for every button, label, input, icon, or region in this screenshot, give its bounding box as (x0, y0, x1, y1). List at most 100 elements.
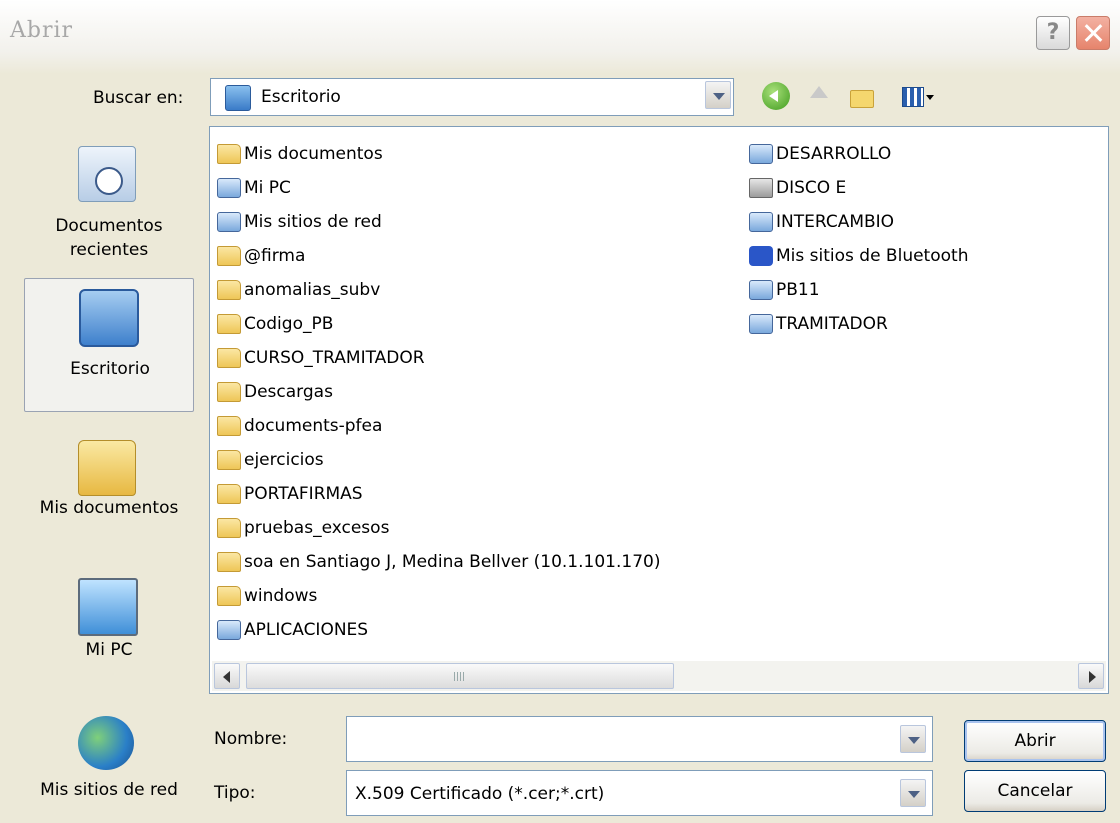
filename-combo[interactable] (346, 716, 933, 762)
file-name: CURSO_TRAMITADOR (244, 348, 425, 368)
place-network[interactable]: Mis sitios de red (24, 702, 194, 812)
open-button[interactable]: Abrir (964, 720, 1106, 762)
cancel-button[interactable]: Cancelar (964, 770, 1106, 812)
file-name: soa en Santiago J, Medina Bellver (10.1.… (244, 552, 661, 572)
shortcut-icon (749, 144, 773, 164)
scroll-left-button[interactable] (214, 663, 240, 689)
folder-icon (217, 314, 241, 334)
file-name: Mis sitios de red (244, 212, 382, 232)
file-item[interactable]: DISCO E (744, 175, 968, 209)
file-name: Mi PC (244, 178, 291, 198)
file-item[interactable]: TRAMITADOR (744, 311, 968, 345)
file-list[interactable]: Mis documentos Mi PC Mis sitios de red @fir… (209, 126, 1109, 694)
file-column: Mis documentos Mi PC Mis sitios de red @fir… (212, 141, 660, 651)
folder-icon (217, 348, 241, 368)
file-item[interactable]: APLICACIONES (212, 617, 660, 651)
file-name: ejercicios (244, 450, 324, 470)
folder-icon (217, 552, 241, 572)
chevron-down-icon[interactable] (705, 81, 731, 109)
file-item[interactable]: INTERCAMBIO (744, 209, 968, 243)
new-folder-button[interactable] (848, 82, 876, 110)
filetype-select[interactable]: X.509 Certificado (*.cer;*.crt) (346, 770, 933, 816)
file-item[interactable]: soa en Santiago J, Medina Bellver (10.1.… (212, 549, 660, 583)
desktop-icon (225, 85, 251, 111)
network-places-icon (217, 212, 241, 232)
folder-icon (217, 518, 241, 538)
file-name: PB11 (776, 280, 820, 300)
horizontal-scrollbar[interactable] (212, 661, 1106, 691)
file-name: INTERCAMBIO (776, 212, 895, 232)
file-item[interactable]: PORTAFIRMAS (212, 481, 660, 515)
lookin-label: Buscar en: (93, 88, 184, 108)
file-item[interactable]: Mis documentos (212, 141, 660, 175)
file-name: Mis documentos (244, 144, 383, 164)
file-item[interactable]: PB11 (744, 277, 968, 311)
place-label: Documentos recientes (55, 216, 163, 260)
title-bar: Abrir ? (0, 0, 1120, 74)
place-my-computer[interactable]: Mi PC (24, 568, 194, 678)
filename-input[interactable] (351, 727, 885, 753)
scroll-right-button[interactable] (1078, 663, 1104, 689)
filename-label: Nombre: (214, 729, 288, 749)
filetype-label: Tipo: (214, 783, 256, 803)
bluetooth-icon (749, 246, 773, 266)
folder-icon (217, 586, 241, 606)
close-button[interactable] (1076, 16, 1110, 50)
file-item[interactable]: pruebas_excesos (212, 515, 660, 549)
file-name: Codigo_PB (244, 314, 334, 334)
drive-shortcut-icon (749, 178, 773, 198)
file-item[interactable]: Mis sitios de red (212, 209, 660, 243)
network-shortcut-icon (749, 212, 773, 232)
up-folder-button[interactable] (806, 82, 834, 110)
file-item[interactable]: anomalias_subv (212, 277, 660, 311)
place-label: Mi PC (85, 640, 133, 660)
file-item[interactable]: ejercicios (212, 447, 660, 481)
file-item[interactable]: CURSO_TRAMITADOR (212, 345, 660, 379)
file-name: windows (244, 586, 318, 606)
file-column: DESARROLLO DISCO E INTERCAMBIO Mis sitios d… (744, 141, 968, 345)
folder-icon (217, 382, 241, 402)
file-item[interactable]: Mi PC (212, 175, 660, 209)
file-item[interactable]: Descargas (212, 379, 660, 413)
shortcut-icon (217, 620, 241, 640)
file-name: anomalias_subv (244, 280, 381, 300)
my-computer-icon (217, 178, 241, 198)
filetype-value: X.509 Certificado (*.cer;*.crt) (355, 784, 605, 804)
file-item[interactable]: DESARROLLO (744, 141, 968, 175)
folder-icon (217, 280, 241, 300)
place-label: Escritorio (70, 359, 150, 379)
back-button[interactable] (762, 82, 790, 110)
chevron-down-icon[interactable] (900, 725, 926, 753)
help-button[interactable]: ? (1036, 16, 1070, 50)
file-name: DESARROLLO (776, 144, 892, 164)
file-item[interactable]: documents-pfea (212, 413, 660, 447)
file-name: Descargas (244, 382, 333, 402)
file-item[interactable]: @firma (212, 243, 660, 277)
file-name: Mis sitios de Bluetooth (776, 246, 969, 266)
folder-icon (217, 246, 241, 266)
view-menu-button[interactable] (898, 82, 938, 110)
my-documents-icon (78, 440, 136, 496)
place-recent[interactable]: Documentos recientes (24, 128, 194, 268)
file-name: PORTAFIRMAS (244, 484, 363, 504)
place-desktop[interactable]: Escritorio (24, 278, 194, 412)
file-item[interactable]: Codigo_PB (212, 311, 660, 345)
file-name: TRAMITADOR (776, 314, 888, 334)
file-item[interactable]: windows (212, 583, 660, 617)
file-name: APLICACIONES (244, 620, 369, 640)
recent-documents-icon (78, 146, 136, 202)
lookin-value: Escritorio (261, 87, 341, 107)
places-bar: Documentos recientes Escritorio Mis docu… (24, 128, 194, 823)
file-name: documents-pfea (244, 416, 383, 436)
file-name: pruebas_excesos (244, 518, 390, 538)
window-title: Abrir (10, 18, 74, 43)
scroll-thumb[interactable] (246, 663, 674, 689)
place-my-documents[interactable]: Mis documentos (24, 420, 194, 540)
shortcut-icon (749, 280, 773, 300)
folder-icon (217, 450, 241, 470)
lookin-combo[interactable]: Escritorio (210, 78, 734, 116)
file-item[interactable]: Mis sitios de Bluetooth (744, 243, 968, 277)
chevron-down-icon[interactable] (900, 779, 926, 807)
folder-icon (217, 484, 241, 504)
place-label: Mis documentos (39, 498, 179, 518)
